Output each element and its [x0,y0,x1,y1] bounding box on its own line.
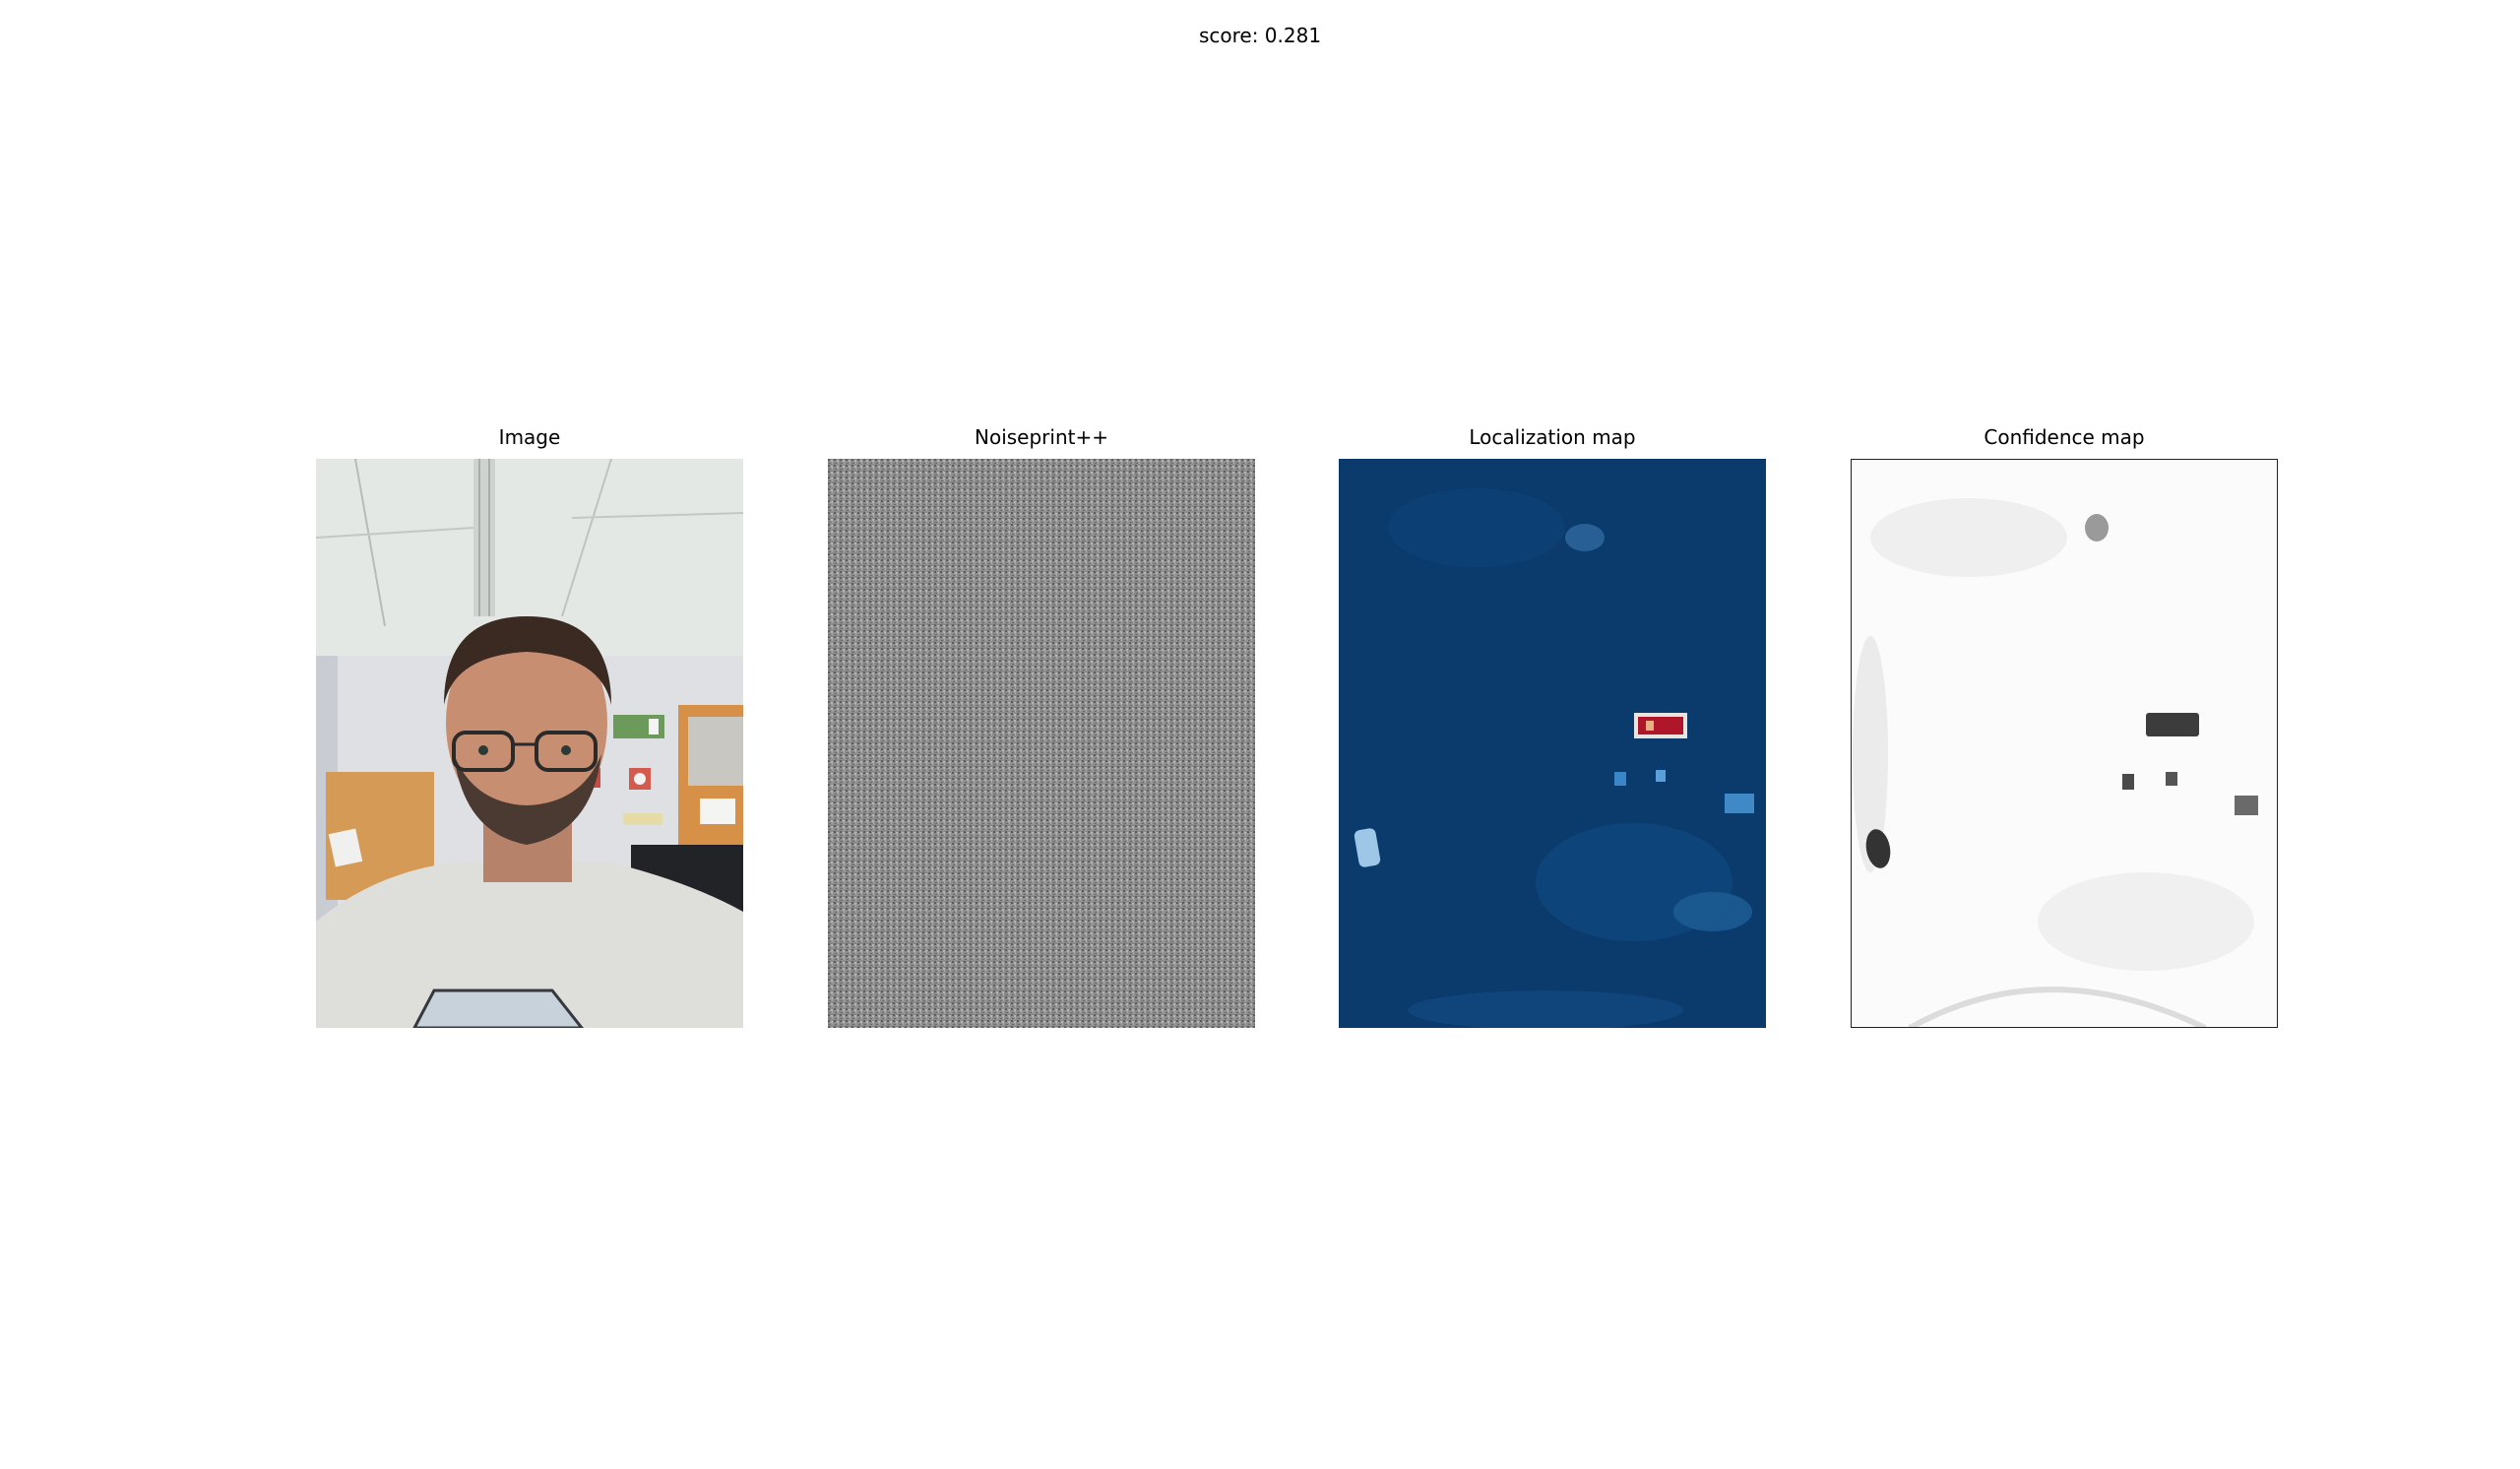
selfie-photo [316,459,743,1028]
grayscale-map-icon [1851,459,2278,1028]
heatmap-icon [1339,459,1766,1028]
noise-texture-icon [828,459,1255,1028]
figure: score: 0.281 Image Noiseprint++ Localiza… [0,0,2520,1469]
confidence-panel-title: Confidence map [1984,425,2145,449]
noiseprint-panel-title: Noiseprint++ [975,425,1108,449]
localization-panel: Localization map [1339,425,1766,1028]
localization-panel-title: Localization map [1469,425,1636,449]
score-title: score: 0.281 [1198,24,1322,47]
confidence-panel: Confidence map [1851,425,2278,1028]
localization-map [1339,459,1766,1028]
noiseprint-image [828,459,1255,1028]
image-panel: Image [316,425,743,1028]
photo-icon [316,459,743,1028]
confidence-map [1851,459,2278,1028]
noiseprint-panel: Noiseprint++ [828,425,1255,1028]
image-panel-title: Image [498,425,561,449]
